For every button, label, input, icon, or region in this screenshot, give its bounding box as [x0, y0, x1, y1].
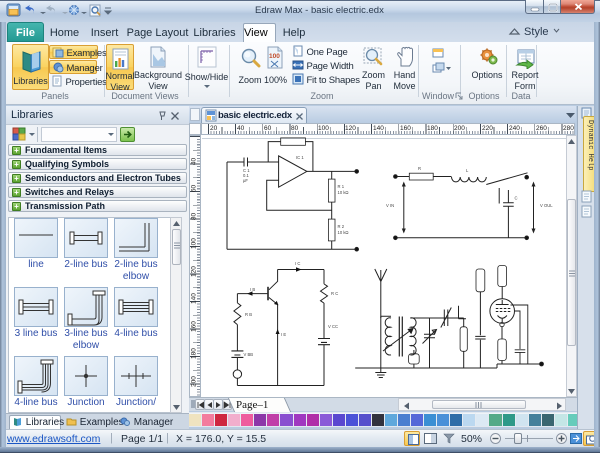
svg-text:C: C [515, 196, 518, 201]
svg-text:μF: μF [243, 178, 248, 183]
svg-text:V IN: V IN [386, 203, 394, 208]
svg-text:R C: R C [331, 291, 338, 296]
svg-text:R: R [418, 166, 421, 171]
svg-text:V OUL: V OUL [540, 203, 553, 208]
svg-text:V CC: V CC [328, 324, 338, 329]
svg-text:R 2: R 2 [338, 224, 345, 229]
svg-text:I E: I E [281, 332, 286, 337]
svg-text:L: L [466, 168, 469, 173]
svg-text:V BB: V BB [244, 352, 254, 357]
svg-text:10 kΩ: 10 kΩ [338, 190, 349, 195]
svg-text:I B: I B [250, 287, 255, 292]
svg-text:100: 100 [269, 53, 280, 60]
svg-text:R B: R B [245, 312, 252, 317]
svg-text:10 kΩ: 10 kΩ [338, 230, 349, 235]
svg-text:I C: I C [295, 261, 300, 266]
svg-text:R 1: R 1 [338, 184, 345, 189]
svg-text:IC 1: IC 1 [296, 155, 304, 160]
